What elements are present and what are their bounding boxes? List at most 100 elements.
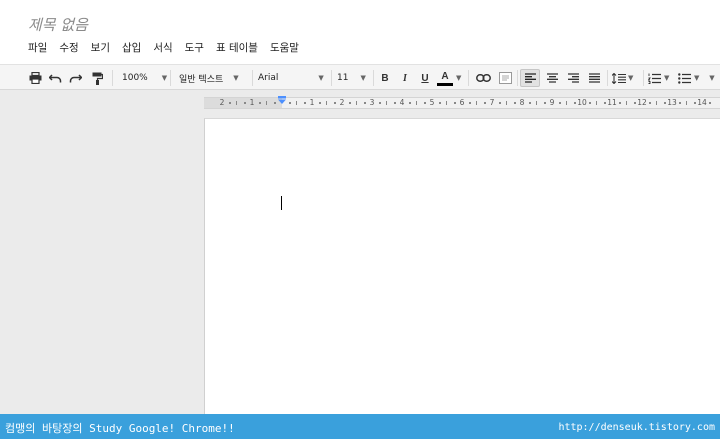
chevron-down-icon: ▼ — [318, 74, 324, 82]
zoom-value: 100% — [122, 73, 148, 83]
text-color-button[interactable]: A ▼ — [437, 69, 463, 87]
numbered-list-button[interactable]: ▼ — [648, 69, 674, 87]
ruler-number: 13 — [667, 98, 677, 107]
toolbar-separator — [112, 70, 113, 86]
menu-view[interactable]: 보기 — [91, 40, 110, 54]
ruler-tick — [356, 101, 357, 105]
document-page[interactable] — [204, 118, 720, 414]
print-button[interactable] — [27, 69, 43, 87]
menu-tools[interactable]: 도구 — [185, 40, 204, 54]
font-size-select[interactable]: 11 ▼ — [337, 69, 369, 87]
chevron-down-icon: ▼ — [360, 74, 366, 82]
bold-button[interactable]: B — [378, 69, 392, 87]
menu-table-word1: 표 — [215, 42, 226, 54]
ruler-tick — [588, 102, 591, 104]
ruler-tick — [423, 102, 426, 104]
ruler-tick — [663, 102, 666, 104]
zoom-select[interactable]: 100% ▼ — [122, 69, 168, 87]
ruler-tick — [378, 102, 381, 104]
align-justify-icon — [588, 73, 600, 83]
document-title[interactable]: 제목 없음 — [28, 14, 88, 35]
align-center-button[interactable] — [543, 69, 561, 87]
ruler-tick — [288, 102, 291, 104]
ruler-tick — [303, 102, 306, 104]
ruler-tick — [296, 101, 297, 105]
line-spacing-button[interactable]: ▼ — [612, 69, 638, 87]
more-toolbar-button[interactable]: ▼ — [706, 69, 718, 87]
text-color-letter: A — [437, 71, 453, 86]
ruler-tick — [633, 102, 636, 104]
menu-table-word2: 테이블 — [228, 42, 258, 54]
paragraph-style-value: 일반 텍스트 — [179, 74, 224, 85]
horizontal-ruler[interactable]: 2 1 1 2 3 4 5 6 7 8 9 10 11 12 13 14 — [204, 96, 720, 109]
bulleted-list-icon — [678, 72, 691, 84]
chevron-down-icon: ▼ — [233, 74, 239, 82]
ruler-tick — [416, 101, 417, 105]
paint-format-button[interactable] — [89, 69, 105, 87]
indent-marker-icon[interactable] — [277, 96, 287, 104]
ruler-tick — [446, 101, 447, 105]
align-justify-button[interactable] — [585, 69, 603, 87]
ruler-tick — [318, 102, 321, 104]
chevron-down-icon: ▼ — [161, 74, 168, 82]
ruler-tick — [656, 101, 657, 105]
font-family-select[interactable]: Arial ▼ — [258, 69, 328, 87]
ruler-tick — [513, 102, 516, 104]
menu-insert[interactable]: 삽입 — [122, 40, 141, 54]
footer-blog-title: 컴맹의 바탕장의 Study Google! Chrome!! — [5, 422, 235, 435]
ruler-number: 5 — [429, 98, 435, 107]
ruler-tick — [566, 101, 567, 105]
ruler-tick — [543, 102, 546, 104]
undo-icon — [48, 74, 61, 83]
ruler-tick — [693, 102, 696, 104]
ruler-number: 9 — [549, 98, 555, 107]
redo-icon — [69, 74, 82, 83]
ruler-tick — [678, 102, 681, 104]
insert-comment-button[interactable] — [496, 69, 514, 87]
ruler-tick — [483, 102, 486, 104]
ruler-number: 2 — [339, 98, 345, 107]
bulleted-list-button[interactable]: ▼ — [678, 69, 704, 87]
chevron-down-icon: ▼ — [709, 74, 715, 82]
ruler-tick — [333, 102, 336, 104]
undo-button[interactable] — [47, 69, 63, 87]
menu-file[interactable]: 파일 — [28, 40, 47, 54]
print-icon — [29, 72, 41, 84]
chevron-down-icon: ▼ — [456, 74, 462, 82]
ruler-tick — [386, 101, 387, 105]
text-cursor — [281, 196, 282, 210]
underline-button[interactable]: U — [418, 69, 432, 87]
italic-button[interactable]: I — [398, 69, 412, 87]
toolbar-separator — [643, 70, 644, 86]
ruler-tick — [266, 101, 267, 105]
ruler-number: 10 — [577, 98, 587, 107]
ruler-tick — [618, 102, 621, 104]
align-left-button[interactable] — [520, 69, 540, 87]
ruler-number: 12 — [637, 98, 647, 107]
ruler-tick — [326, 101, 327, 105]
menu-edit[interactable]: 수정 — [59, 40, 78, 54]
ruler-tick — [408, 102, 411, 104]
paragraph-style-select[interactable]: 일반 텍스트 ▼ — [179, 69, 247, 87]
align-right-button[interactable] — [564, 69, 582, 87]
chevron-down-icon: ▼ — [628, 74, 634, 82]
link-icon — [475, 74, 491, 82]
toolbar-separator — [607, 70, 608, 86]
paint-format-icon — [92, 72, 103, 85]
menu-table[interactable]: 표 테이블 — [216, 40, 258, 54]
ruler-tick — [273, 102, 276, 104]
toolbar-separator — [331, 70, 332, 86]
font-family-value: Arial — [258, 73, 279, 83]
ruler-number: 4 — [399, 98, 405, 107]
line-spacing-icon — [612, 72, 626, 84]
ruler-tick — [243, 102, 246, 104]
toolbar: 100% ▼ 일반 텍스트 ▼ Arial ▼ 11 ▼ B I U A ▼ ▼… — [0, 64, 720, 90]
redo-button[interactable] — [67, 69, 83, 87]
ruler-number: 1 — [249, 98, 255, 107]
menu-format[interactable]: 서식 — [153, 40, 172, 54]
insert-link-button[interactable] — [474, 69, 492, 87]
ruler-number: 1 — [309, 98, 315, 107]
ruler-tick — [438, 102, 441, 104]
ruler-number: 8 — [519, 98, 525, 107]
menu-help[interactable]: 도움말 — [270, 40, 299, 54]
